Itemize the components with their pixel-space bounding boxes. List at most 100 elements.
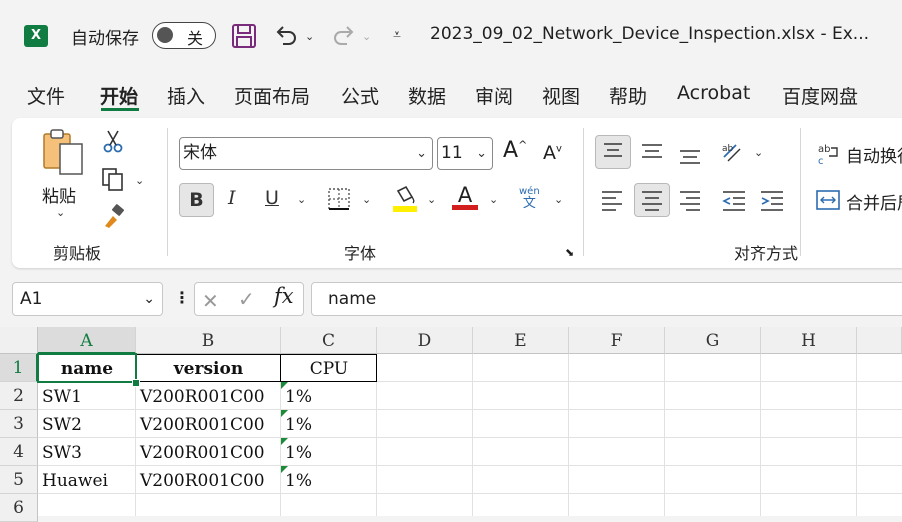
formula-input[interactable]: name xyxy=(311,282,902,316)
undo-icon[interactable] xyxy=(273,22,299,53)
fill-color-icon[interactable] xyxy=(392,185,418,217)
cell-b5[interactable]: V200R001C00 xyxy=(136,466,281,494)
copy-icon[interactable] xyxy=(100,166,126,196)
number-as-text-indicator-icon[interactable] xyxy=(281,410,288,417)
row-header-3[interactable]: 3 xyxy=(0,410,38,438)
borders-dropdown-icon[interactable]: ⌄ xyxy=(362,193,371,206)
cell-a3[interactable]: SW2 xyxy=(38,410,136,438)
redo-icon[interactable] xyxy=(331,22,357,53)
row-header-1[interactable]: 1 xyxy=(0,354,38,382)
tab-acrobat[interactable]: Acrobat xyxy=(677,82,750,104)
orientation-icon[interactable]: ab xyxy=(720,139,746,169)
decrease-font-size-icon[interactable]: Av xyxy=(543,142,562,164)
column-header-b[interactable]: B xyxy=(136,327,281,354)
insert-function-icon[interactable]: fx xyxy=(274,284,294,308)
font-size-select[interactable]: 11 ⌄ xyxy=(437,137,493,170)
chevron-down-icon: ⌄ xyxy=(416,146,427,161)
cell-b4[interactable]: V200R001C00 xyxy=(136,438,281,466)
align-left-icon[interactable] xyxy=(600,189,624,215)
font-name-select[interactable]: 宋体 ⌄ xyxy=(179,137,433,170)
tab-formulas[interactable]: 公式 xyxy=(341,82,379,109)
wrap-text-icon[interactable]: ab c xyxy=(817,142,841,170)
tab-view[interactable]: 视图 xyxy=(542,82,580,109)
fill-color-dropdown-icon[interactable]: ⌄ xyxy=(427,193,436,206)
paste-dropdown-icon[interactable]: ⌄ xyxy=(56,206,65,219)
tab-data[interactable]: 数据 xyxy=(408,82,446,109)
number-as-text-indicator-icon[interactable] xyxy=(281,382,288,389)
save-icon[interactable] xyxy=(231,23,257,53)
phonetic-dropdown-icon[interactable]: ⌄ xyxy=(554,193,563,206)
font-color-icon[interactable]: A xyxy=(452,183,478,210)
phonetic-guide-icon[interactable]: wén 文 xyxy=(519,186,540,210)
cell-a5[interactable]: Huawei xyxy=(38,466,136,494)
cell-b3[interactable]: V200R001C00 xyxy=(136,410,281,438)
underline-dropdown-icon[interactable]: ⌄ xyxy=(297,193,306,206)
cell-a2[interactable]: SW1 xyxy=(38,382,136,410)
font-color-dropdown-icon[interactable]: ⌄ xyxy=(489,193,498,206)
tab-file[interactable]: 文件 xyxy=(27,82,65,109)
orientation-dropdown-icon[interactable]: ⌄ xyxy=(754,146,763,159)
bold-button[interactable]: B xyxy=(179,183,214,217)
merge-center-icon[interactable] xyxy=(815,189,841,215)
row-header-4[interactable]: 4 xyxy=(0,438,38,466)
copy-dropdown-icon[interactable]: ⌄ xyxy=(135,174,144,187)
more-options-icon[interactable]: ⋮ xyxy=(174,288,190,307)
cell-a4[interactable]: SW3 xyxy=(38,438,136,466)
undo-dropdown-icon[interactable]: ⌄ xyxy=(305,30,314,43)
merge-center-label[interactable]: 合并后居中 xyxy=(846,189,902,214)
wrap-text-label[interactable]: 自动换行 xyxy=(846,142,902,167)
svg-text:ab: ab xyxy=(722,144,734,154)
increase-indent-icon[interactable] xyxy=(759,189,785,215)
column-header-next[interactable] xyxy=(857,327,902,354)
column-header-e[interactable]: E xyxy=(473,327,569,354)
middle-align-icon[interactable] xyxy=(640,141,664,165)
top-align-button[interactable] xyxy=(595,135,631,169)
row-header-5[interactable]: 5 xyxy=(0,466,38,494)
column-header-a[interactable]: A xyxy=(38,327,136,354)
row-header-6[interactable]: 6 xyxy=(0,494,38,522)
tab-page-layout[interactable]: 页面布局 xyxy=(234,82,310,109)
cancel-icon[interactable]: ✕ xyxy=(202,289,219,313)
column-header-g[interactable]: G xyxy=(665,327,761,354)
row-header-2[interactable]: 2 xyxy=(0,382,38,410)
name-box[interactable]: A1 ⌄ xyxy=(12,282,163,316)
number-as-text-indicator-icon[interactable] xyxy=(281,438,288,445)
paste-label[interactable]: 粘贴 xyxy=(42,182,76,207)
align-center-button[interactable] xyxy=(634,183,670,217)
clipboard-group-label: 剪贴板 xyxy=(53,244,102,263)
format-painter-icon[interactable] xyxy=(101,204,127,234)
tab-insert[interactable]: 插入 xyxy=(167,82,205,109)
autosave-toggle[interactable]: 关 xyxy=(152,22,216,49)
cell-c3[interactable]: 1% xyxy=(281,410,377,438)
font-dialog-launcher-icon[interactable]: ⬊ xyxy=(565,246,574,259)
italic-button[interactable]: I xyxy=(228,187,236,209)
cell-c4[interactable]: 1% xyxy=(281,438,377,466)
bottom-align-icon[interactable] xyxy=(678,143,702,169)
cell-b2[interactable]: V200R001C00 xyxy=(136,382,281,410)
tab-home[interactable]: 开始 xyxy=(100,82,138,109)
cell-c1[interactable]: CPU xyxy=(281,354,377,382)
column-header-f[interactable]: F xyxy=(569,327,665,354)
customize-toolbar-icon[interactable]: ⩡ xyxy=(393,27,401,43)
tab-review[interactable]: 审阅 xyxy=(475,82,513,109)
column-header-c[interactable]: C xyxy=(281,327,377,354)
tab-help[interactable]: 帮助 xyxy=(609,82,647,109)
number-as-text-indicator-icon[interactable] xyxy=(281,466,288,473)
paste-icon[interactable] xyxy=(40,128,86,182)
cell-c2[interactable]: 1% xyxy=(281,382,377,410)
decrease-indent-icon[interactable] xyxy=(721,189,747,215)
select-all-corner[interactable] xyxy=(0,327,38,354)
cell-b1[interactable]: version xyxy=(136,354,281,382)
cell-c5[interactable]: 1% xyxy=(281,466,377,494)
increase-font-size-icon[interactable]: A^ xyxy=(503,138,527,163)
underline-button[interactable]: U xyxy=(265,187,279,209)
redo-dropdown-icon[interactable]: ⌄ xyxy=(362,30,371,43)
borders-icon[interactable] xyxy=(327,187,351,215)
enter-icon[interactable]: ✓ xyxy=(238,287,255,311)
column-header-h[interactable]: H xyxy=(761,327,857,354)
tab-baidu-netdisk[interactable]: 百度网盘 xyxy=(782,82,858,109)
align-right-icon[interactable] xyxy=(678,189,702,215)
name-box-value: A1 xyxy=(20,289,43,309)
column-header-d[interactable]: D xyxy=(377,327,473,354)
cut-icon[interactable] xyxy=(100,128,126,158)
